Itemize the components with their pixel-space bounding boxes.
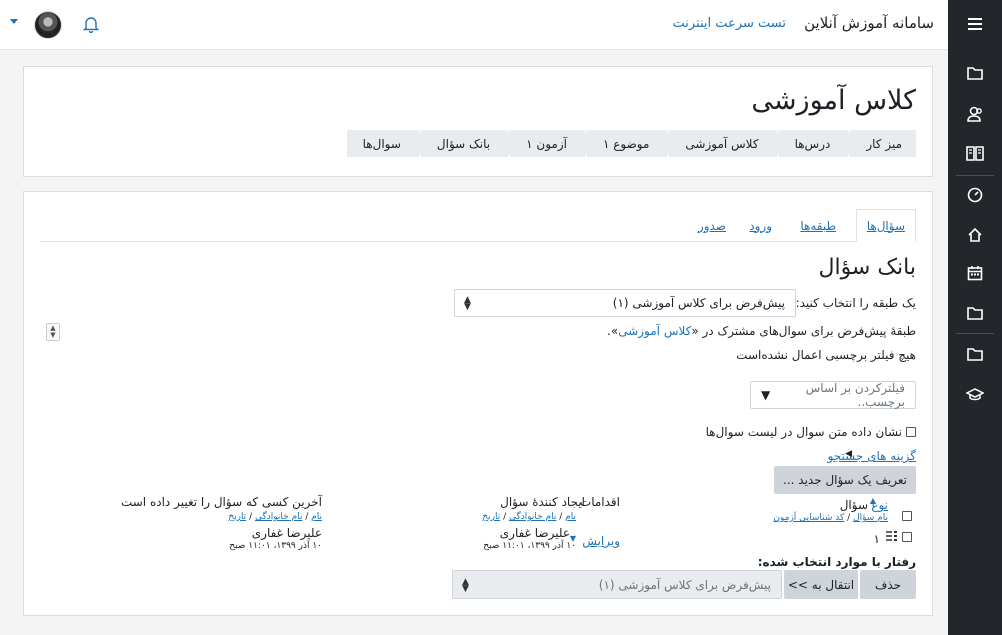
dashboard-icon[interactable] (948, 176, 1002, 214)
menu-icon[interactable] (948, 5, 1002, 43)
row-checkbox[interactable] (902, 532, 912, 542)
tab-bar: سؤال‌ها طبقه‌ها ورود صدور (40, 209, 916, 242)
col-created-sort: نام / نام خانوادگی / تاریخ (482, 512, 576, 522)
users-icon[interactable] (948, 95, 1002, 133)
modified-date: ۱۰ آذر ۱۳۹۹، ۱۱:۰۱ صبح (229, 541, 322, 551)
breadcrumb-item[interactable]: بانک سؤال (410, 130, 509, 157)
home-icon[interactable] (948, 216, 1002, 254)
calendar-icon[interactable] (948, 254, 1002, 292)
category-select[interactable]: پیش‌فرض برای کلاس آموزشی (۱) ▲ ▼ (454, 289, 796, 317)
sort-date-link[interactable]: تاریخ (482, 512, 500, 522)
rail-divider (956, 333, 994, 334)
expand-caret-icon[interactable]: ◀ (845, 449, 852, 459)
top-navbar: سامانه آموزش آنلاین تست سرعت اینترنت (0, 0, 948, 50)
course-link[interactable]: کلاس آموزشی (618, 324, 691, 338)
created-date: ۱۰ آذر ۱۳۹۹، ۱۱:۰۱ صبح (483, 541, 576, 551)
speed-test-link[interactable]: تست سرعت اینترنت (673, 16, 786, 31)
folder-icon[interactable] (948, 54, 1002, 92)
sort-firstname-link[interactable]: نام (311, 512, 322, 522)
folder-icon[interactable] (948, 294, 1002, 332)
breadcrumb-item[interactable]: کلاس آموزشی (659, 130, 777, 157)
no-filter-text: هیچ فیلتر برچسبی اعمال نشده‌است (736, 348, 916, 362)
sort-id-link[interactable]: کد شناسایی آزمون (773, 513, 844, 523)
tab-questions[interactable]: سؤال‌ها (855, 209, 916, 242)
page-header: کلاس آموزشی میز کار درس‌ها کلاس آموزشی م… (23, 66, 933, 177)
avatar[interactable] (34, 11, 62, 39)
delete-button[interactable]: حذف (860, 570, 916, 599)
sort-date-link[interactable]: تاریخ (228, 512, 246, 522)
breadcrumb-item[interactable]: موضوع ۱ (576, 130, 668, 157)
tag-filter-placeholder: فیلترکردن بر اساس برچسب.. (805, 381, 905, 409)
move-target-select[interactable]: پیش‌فرض برای کلاس آموزشی (۱) ▲ ▼ (452, 570, 782, 599)
col-created: ایجاد کنندهٔ سؤال (500, 495, 585, 509)
breadcrumb-item[interactable]: میز کار (840, 130, 916, 157)
edit-menu-link[interactable]: ویرایش (582, 534, 620, 548)
user-menu-caret-icon[interactable] (10, 19, 18, 24)
stepper-arrows-icon[interactable]: ▲ ▼ (46, 323, 60, 341)
col-modified-sort: نام / نام خانوادگی / تاریخ (228, 512, 322, 522)
sort-name-link[interactable]: نام سؤال (853, 513, 888, 523)
category-select-value: پیش‌فرض برای کلاس آموزشی (۱) (612, 296, 785, 310)
folder-icon[interactable] (948, 335, 1002, 373)
search-options-link[interactable]: گزینه های جستجو (828, 449, 916, 463)
breadcrumb-item[interactable]: سوال‌ها (346, 130, 419, 157)
tab-categories[interactable]: طبقه‌ها (790, 209, 846, 242)
col-modified: آخرین کسی که سؤال را تغییر داده است (120, 495, 322, 509)
bulk-actions-label: رفتار با موارد انتخاب شده: (757, 555, 916, 569)
col-actions: اقدامات (579, 495, 620, 509)
multichoice-type-icon (885, 530, 898, 545)
sort-lastname-link[interactable]: نام خانوادگی (509, 512, 556, 522)
show-text-checkbox[interactable] (906, 427, 916, 437)
show-text-label: نشان داده متن سوال در لیست سوال‌ها (705, 425, 902, 439)
move-target-value: پیش‌فرض برای کلاس آموزشی (۱) (598, 577, 771, 592)
nav-rail (948, 0, 1002, 635)
modifier-name: علیرضا غفاری (251, 526, 322, 540)
category-description: طبقهٔ پیش‌فرض برای سوال‌های مشترک در «کل… (607, 324, 916, 338)
tab-import[interactable]: ورود (739, 209, 782, 242)
create-question-button[interactable]: تعریف یک سؤال جدید ... (774, 466, 916, 494)
site-name[interactable]: سامانه آموزش آنلاین (804, 14, 934, 32)
col-question: سؤال (839, 498, 868, 512)
tab-export[interactable]: صدور (688, 209, 736, 242)
book-icon[interactable] (948, 134, 1002, 172)
tag-filter-input[interactable]: فیلترکردن بر اساس برچسب.. ▼ (750, 381, 916, 409)
breadcrumb-item[interactable]: آزمون ۱ (500, 130, 585, 157)
dropdown-caret-icon: ▼ (761, 388, 771, 402)
select-arrows-icon: ▲ ▼ (462, 577, 469, 594)
sort-lastname-link[interactable]: نام خانوادگی (255, 512, 302, 522)
sort-arrow-icon: ▲ (869, 496, 876, 505)
question-bank-panel: سؤال‌ها طبقه‌ها ورود صدور بانک سؤال یک ط… (23, 191, 933, 616)
page-title: کلاس آموزشی (751, 85, 916, 116)
move-button[interactable]: انتقال به >> (784, 570, 858, 599)
bell-icon[interactable] (82, 15, 100, 36)
graduation-cap-icon[interactable] (948, 375, 1002, 413)
select-all-checkbox[interactable] (902, 511, 912, 521)
section-heading: بانک سؤال (818, 255, 916, 280)
breadcrumb-item[interactable]: درس‌ها (768, 130, 849, 157)
sort-firstname-link[interactable]: نام (565, 512, 576, 522)
col-question-sort: نام سؤال / کد شناسایی آزمون (773, 513, 888, 523)
creator-name: علیرضا غفاری (499, 526, 570, 540)
select-arrows-icon: ▲ ▼ (464, 295, 471, 312)
question-name: ۱ (873, 532, 880, 546)
category-label: یک طبقه را انتخاب کنید: (795, 296, 916, 310)
breadcrumb: میز کار درس‌ها کلاس آموزشی موضوع ۱ آزمون… (345, 130, 916, 157)
